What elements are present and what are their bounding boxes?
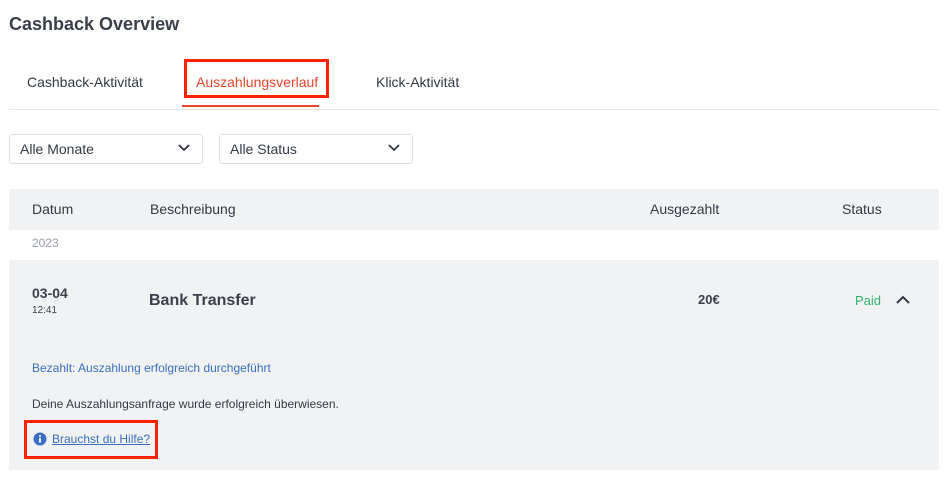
- highlight-box-tab: [184, 59, 329, 98]
- column-header-paid-out: Ausgezahlt: [650, 201, 720, 217]
- page-title: Cashback Overview: [9, 14, 180, 34]
- payout-detail-title: Bezahlt: Auszahlung erfolgreich durchgef…: [32, 361, 271, 375]
- tab-cashback-activity[interactable]: Cashback-Aktivität: [27, 60, 143, 104]
- payout-detail-text: Deine Auszahlungsanfrage wurde erfolgrei…: [32, 397, 339, 411]
- status-filter-value: Alle Status: [230, 141, 297, 157]
- row-time: 12:41: [32, 305, 58, 316]
- row-date: 03-04: [32, 285, 68, 301]
- column-header-description: Beschreibung: [150, 201, 236, 217]
- status-filter-select[interactable]: Alle Status: [219, 134, 413, 164]
- month-filter-select[interactable]: Alle Monate: [9, 134, 203, 164]
- chevron-up-icon[interactable]: [896, 295, 910, 305]
- row-description: Bank Transfer: [149, 292, 256, 309]
- table-header: Datum Beschreibung Ausgezahlt Status: [9, 189, 939, 230]
- chevron-down-icon: [388, 144, 400, 152]
- column-header-status: Status: [842, 201, 882, 217]
- active-tab-indicator: [182, 105, 319, 107]
- year-group-label: 2023: [32, 236, 59, 250]
- column-header-date: Datum: [32, 201, 74, 217]
- chevron-down-icon: [178, 144, 190, 152]
- tab-bar: Cashback-Aktivität Auszahlungsverlauf Kl…: [9, 60, 939, 110]
- highlight-box-help: [24, 420, 158, 459]
- status-badge: Paid: [855, 293, 882, 308]
- tab-click-activity[interactable]: Klick-Aktivität: [376, 60, 459, 104]
- month-filter-value: Alle Monate: [20, 141, 94, 157]
- row-amount: 20€: [698, 292, 720, 307]
